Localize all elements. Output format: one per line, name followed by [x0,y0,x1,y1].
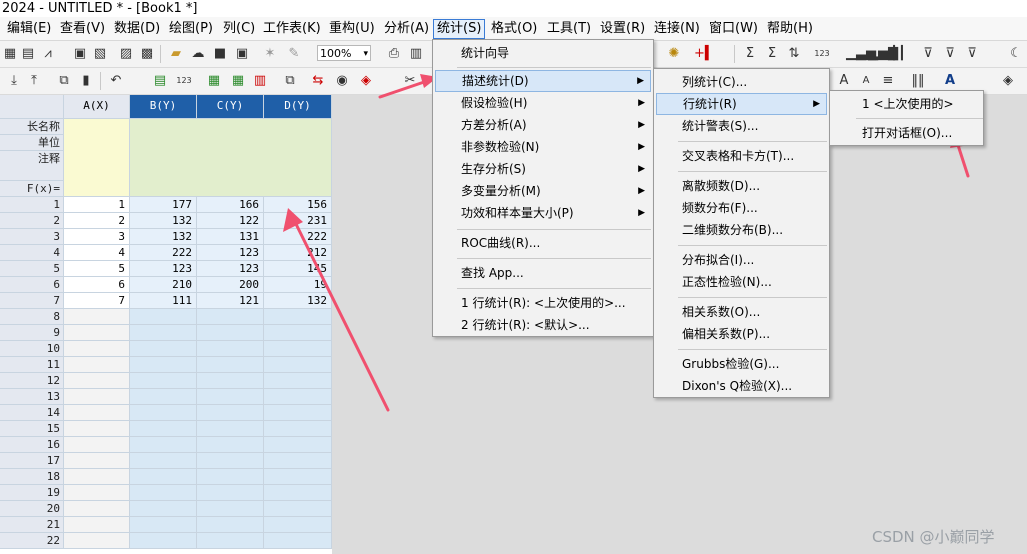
submenu-arrow-icon: ▶ [638,186,645,196]
statistics-menu: 统计向导 描述统计(D) ▶ 假设检验(H) ▶ 方差分析(A) ▶ 非参数检验(N)… [432,39,654,337]
submenu-arrow-icon: ▶ [638,120,645,130]
menu-item-dixon-q-test[interactable]: Dixon's Q检验(X)... [656,375,827,397]
menu-item-stats-wizard[interactable]: 统计向导 [435,42,651,64]
menu-item-2d-frequency[interactable]: 二维频数分布(B)... [656,219,827,241]
menu-item-discrete-frequency[interactable]: 离散频数(D)... [656,175,827,197]
menu-item-row-stats[interactable]: 行统计(R) ▶ [656,93,827,115]
menu-item-recent-row-stats-last[interactable]: 1 行统计(R): <上次使用的>... [435,292,651,314]
menu-item-anova[interactable]: 方差分析(A) ▶ [435,114,651,136]
menu-item-power-sample-size[interactable]: 功效和样本量大小(P) ▶ [435,202,651,224]
watermark: CSDN @小巅同学 [872,528,995,546]
submenu-arrow-icon: ▶ [813,99,820,109]
submenu-arrow-icon: ▶ [638,208,645,218]
menu-item-open-dialog[interactable]: 打开对话框(O)... [832,122,981,144]
row-stats-submenu: 1 <上次使用的> 打开对话框(O)... [829,90,984,146]
menu-item-roc-curve[interactable]: ROC曲线(R)... [435,232,651,254]
menu-item-distribution-fit[interactable]: 分布拟合(I)... [656,249,827,271]
menu-item-grubbs-test[interactable]: Grubbs检验(G)... [656,353,827,375]
menu-item-survival[interactable]: 生存分析(S) ▶ [435,158,651,180]
descriptive-stats-submenu: 列统计(C)... 行统计(R) ▶ 统计警表(S)... 交叉表格和卡方(T).… [653,68,830,398]
submenu-arrow-icon: ▶ [637,76,644,86]
submenu-arrow-icon: ▶ [638,164,645,174]
menu-item-frequency-distribution[interactable]: 频数分布(F)... [656,197,827,219]
menu-item-recent-row-stats-default[interactable]: 2 行统计(R): <默认>... [435,314,651,336]
menu-item-hypothesis-test[interactable]: 假设检验(H) ▶ [435,92,651,114]
menu-item-find-app[interactable]: 查找 App... [435,262,651,284]
menu-item-partial-correlation[interactable]: 偏相关系数(P)... [656,323,827,345]
menu-item-column-stats[interactable]: 列统计(C)... [656,71,827,93]
menu-item-stats-on-table[interactable]: 统计警表(S)... [656,115,827,137]
menu-item-multivariate[interactable]: 多变量分析(M) ▶ [435,180,651,202]
submenu-arrow-icon: ▶ [638,142,645,152]
menu-item-correlation[interactable]: 相关系数(O)... [656,301,827,323]
menu-item-normality-test[interactable]: 正态性检验(N)... [656,271,827,293]
menu-item-crosstab-chisq[interactable]: 交叉表格和卡方(T)... [656,145,827,167]
menu-item-last-used[interactable]: 1 <上次使用的> [832,93,981,115]
menu-item-nonparametric[interactable]: 非参数检验(N) ▶ [435,136,651,158]
submenu-arrow-icon: ▶ [638,98,645,108]
menu-item-descriptive-stats[interactable]: 描述统计(D) ▶ [435,70,651,92]
